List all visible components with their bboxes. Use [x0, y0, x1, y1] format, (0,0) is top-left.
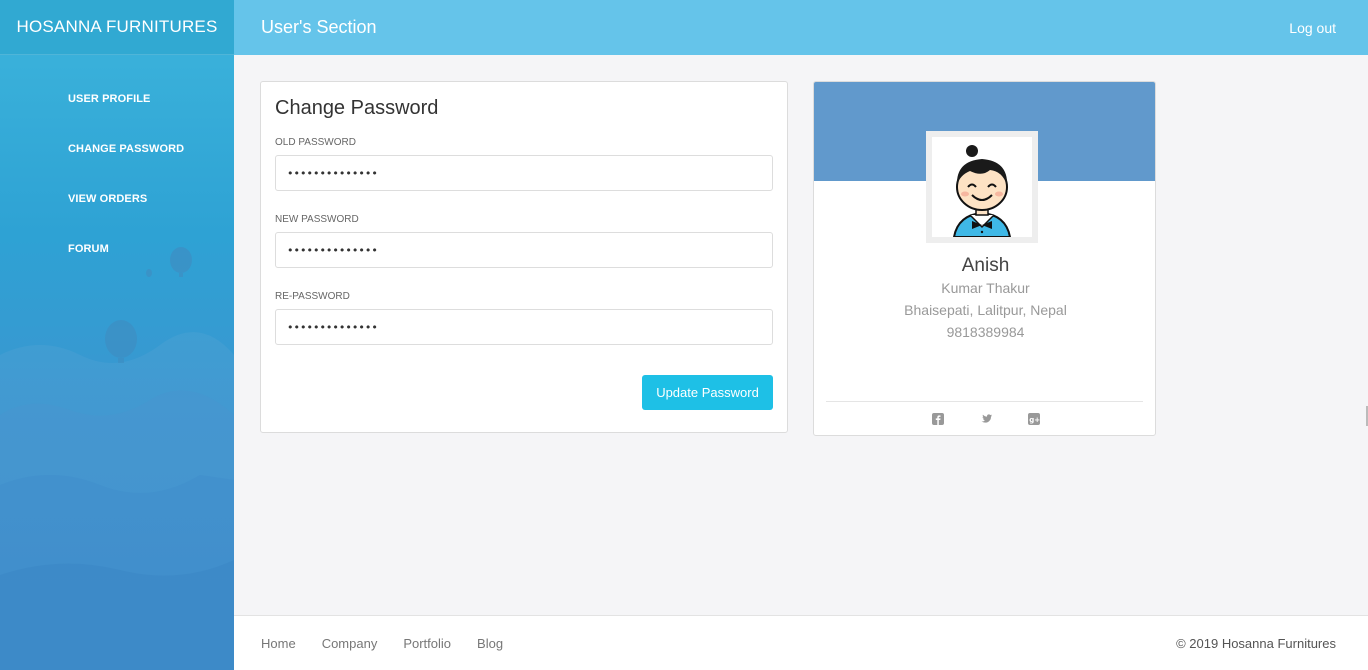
new-password-field[interactable] [275, 232, 773, 268]
footer: Home Company Portfolio Blog © 2019 Hosan… [234, 615, 1368, 670]
google-plus-icon[interactable]: g+ [1027, 413, 1040, 425]
avatar [926, 131, 1038, 243]
profile-phone: 9818389984 [946, 324, 1025, 340]
footer-nav: Home Company Portfolio Blog [261, 636, 503, 651]
footer-link-home[interactable]: Home [261, 636, 296, 651]
sidebar-item-change-password[interactable]: CHANGE PASSWORD [0, 124, 234, 174]
profile-address: Bhaisepati, Lalitpur, Nepal [904, 302, 1067, 318]
top-navbar: User's Section Log out [234, 0, 1368, 55]
twitter-icon[interactable] [980, 413, 992, 425]
brand-logo[interactable]: HOSANNA FURNITURES [0, 0, 234, 55]
footer-link-blog[interactable]: Blog [477, 636, 503, 651]
update-password-button[interactable]: Update Password [642, 375, 773, 410]
facebook-icon[interactable] [931, 413, 944, 425]
cartoon-avatar-icon [952, 145, 1012, 237]
sidebar-nav: USER PROFILE CHANGE PASSWORD VIEW ORDERS… [0, 55, 234, 274]
change-password-card: Change Password OLD PASSWORD NEW PASSWOR… [260, 81, 788, 433]
new-password-label: NEW PASSWORD [275, 214, 359, 225]
card-title: Change Password [275, 97, 439, 119]
copyright-text: © 2019 Hosanna Furnitures [1176, 635, 1336, 651]
re-password-label: RE-PASSWORD [275, 291, 350, 302]
footer-link-company[interactable]: Company [322, 636, 378, 651]
sidebar-item-label[interactable]: FORUM [68, 243, 109, 255]
footer-link-portfolio[interactable]: Portfolio [403, 636, 451, 651]
profile-surname: Kumar Thakur [941, 280, 1030, 296]
sidebar-item-label[interactable]: CHANGE PASSWORD [68, 143, 184, 155]
sidebar-item-view-orders[interactable]: VIEW ORDERS [0, 174, 234, 224]
profile-name: Anish [961, 255, 1010, 276]
old-password-field[interactable] [275, 155, 773, 191]
social-links: g+ [814, 413, 1155, 425]
sidebar-item-user-profile[interactable]: USER PROFILE [0, 74, 234, 124]
old-password-label: OLD PASSWORD [275, 137, 356, 148]
sidebar-item-label[interactable]: VIEW ORDERS [68, 193, 147, 205]
sidebar-item-forum[interactable]: FORUM [0, 224, 234, 274]
svg-text:g+: g+ [1029, 416, 1040, 424]
sidebar-item-label[interactable]: USER PROFILE [68, 93, 151, 105]
logout-link[interactable]: Log out [1289, 20, 1336, 36]
profile-card: Anish Kumar Thakur Bhaisepati, Lalitpur,… [813, 81, 1156, 436]
sidebar: HOSANNA FURNITURES USER PROFILE CHANGE P… [0, 0, 234, 670]
divider [826, 401, 1143, 402]
page-title: User's Section [261, 17, 377, 37]
re-password-field[interactable] [275, 309, 773, 345]
